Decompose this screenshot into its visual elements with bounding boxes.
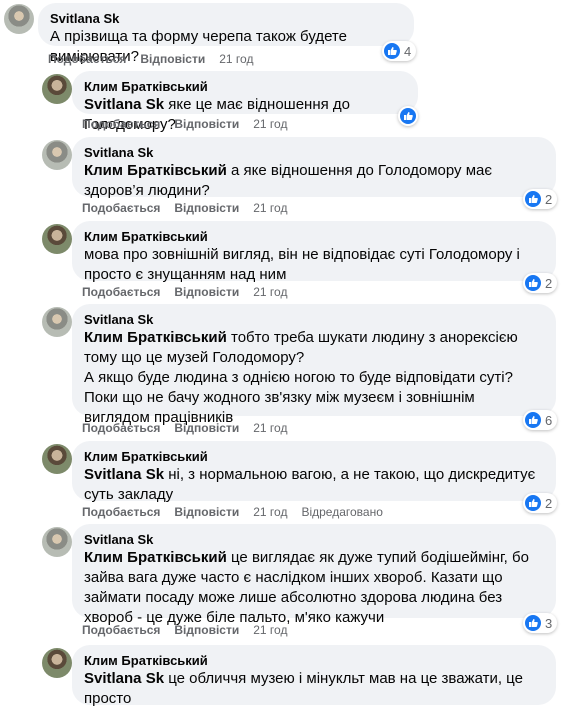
avatar[interactable] bbox=[42, 224, 72, 254]
comment-bubble: Клим Братківський мова про зовнішній виг… bbox=[72, 221, 556, 283]
timestamp[interactable]: 21 год bbox=[253, 505, 287, 519]
mention-link[interactable]: Клим Братківський bbox=[84, 329, 227, 346]
reaction-count[interactable]: 2 bbox=[523, 493, 558, 513]
mention-link[interactable]: Svitlana Sk bbox=[84, 466, 164, 483]
like-icon bbox=[525, 191, 541, 207]
reaction-count[interactable]: 2 bbox=[523, 189, 558, 209]
comment-bubble: Svitlana Sk Клим Братківський це вигляда… bbox=[72, 524, 556, 626]
reply-button[interactable]: Відповісти bbox=[174, 285, 239, 299]
like-icon bbox=[400, 108, 416, 124]
comment-author[interactable]: Svitlana Sk bbox=[84, 311, 544, 328]
reaction-number: 3 bbox=[545, 615, 553, 631]
comment-author[interactable]: Клим Братківський bbox=[84, 228, 544, 245]
reply-button[interactable]: Відповісти bbox=[174, 505, 239, 519]
timestamp[interactable]: 21 год bbox=[253, 117, 287, 131]
like-icon bbox=[384, 43, 400, 59]
like-icon bbox=[525, 495, 541, 511]
comment-actions: Подобається Відповісти 21 год Відредаговано bbox=[82, 504, 397, 520]
like-icon bbox=[525, 412, 541, 428]
comment-actions: Подобається Відповісти 21 год bbox=[82, 622, 301, 638]
avatar[interactable] bbox=[42, 648, 72, 678]
reaction-count[interactable]: 4 bbox=[382, 41, 417, 61]
like-button[interactable]: Подобається bbox=[82, 285, 160, 299]
avatar[interactable] bbox=[42, 140, 72, 170]
comment-text: Svitlana Sk ні, з нормальною вагою, а не… bbox=[84, 466, 536, 503]
comment-author[interactable]: Клим Братківський bbox=[84, 652, 544, 669]
comment-actions: Подобається Відповісти 21 год bbox=[82, 284, 301, 300]
comment-author[interactable]: Клим Братківський bbox=[84, 78, 406, 95]
comment-text: Клим Братківський а яке відношення до Го… bbox=[84, 162, 493, 199]
comment-actions: Подобається Відповісти 21 год bbox=[48, 51, 267, 67]
timestamp[interactable]: 21 год bbox=[219, 52, 253, 66]
like-button[interactable]: Подобається bbox=[82, 505, 160, 519]
comment-actions: Подобається Відповісти 21 год bbox=[82, 420, 301, 436]
reply-button[interactable]: Відповісти bbox=[174, 421, 239, 435]
comment-author[interactable]: Svitlana Sk bbox=[84, 144, 544, 161]
mention-link[interactable]: Svitlana Sk bbox=[84, 96, 164, 113]
avatar[interactable] bbox=[42, 444, 72, 474]
avatar[interactable] bbox=[4, 4, 34, 34]
timestamp[interactable]: 21 год bbox=[253, 201, 287, 215]
reaction-count[interactable] bbox=[398, 106, 418, 126]
comment-actions: Подобається Відповісти 21 год bbox=[82, 200, 301, 216]
reaction-count[interactable]: 2 bbox=[523, 273, 558, 293]
comment-text: Svitlana Sk це обличчя музею і мінукльт … bbox=[84, 670, 523, 707]
reaction-number: 6 bbox=[545, 412, 553, 428]
avatar[interactable] bbox=[42, 527, 72, 557]
reaction-count[interactable]: 3 bbox=[523, 613, 558, 633]
edited-label[interactable]: Відредаговано bbox=[301, 505, 382, 519]
avatar[interactable] bbox=[42, 74, 72, 104]
comment-bubble: Клим Братківський Svitlana Sk яке це має… bbox=[72, 71, 418, 133]
like-button[interactable]: Подобається bbox=[82, 421, 160, 435]
comment-author[interactable]: Svitlana Sk bbox=[50, 10, 402, 27]
like-icon bbox=[525, 275, 541, 291]
like-button[interactable]: Подобається bbox=[82, 623, 160, 637]
like-icon bbox=[525, 615, 541, 631]
reaction-number: 2 bbox=[545, 191, 553, 207]
comment-bubble: Svitlana Sk Клим Братківський а яке відн… bbox=[72, 137, 556, 199]
timestamp[interactable]: 21 год bbox=[253, 285, 287, 299]
like-button[interactable]: Подобається bbox=[82, 201, 160, 215]
reply-button[interactable]: Відповісти bbox=[174, 201, 239, 215]
reply-button[interactable]: Відповісти bbox=[174, 117, 239, 131]
comment-bubble: Клим Братківський Svitlana Sk ні, з норм… bbox=[72, 441, 556, 503]
comment-text: мова про зовнішній вигляд, він не відпов… bbox=[84, 246, 520, 283]
comment-bubble: Клим Братківський Svitlana Sk це обличчя… bbox=[72, 645, 556, 707]
comment-text-line: А якщо буде людина з однією ногою то буд… bbox=[84, 369, 513, 386]
reaction-number: 2 bbox=[545, 495, 553, 511]
mention-link[interactable]: Клим Братківський bbox=[84, 549, 227, 566]
mention-link[interactable]: Клим Братківський bbox=[84, 162, 227, 179]
timestamp[interactable]: 21 год bbox=[253, 421, 287, 435]
reply-button[interactable]: Відповісти bbox=[140, 52, 205, 66]
like-button[interactable]: Подобається bbox=[82, 117, 160, 131]
like-button[interactable]: Подобається bbox=[48, 52, 126, 66]
comment-bubble: Svitlana Sk Клим Братківський тобто треб… bbox=[72, 304, 556, 426]
comment-bubble: Svitlana Sk А прізвища та форму черепа т… bbox=[38, 3, 414, 65]
comment-author[interactable]: Svitlana Sk bbox=[84, 531, 544, 548]
comment-author[interactable]: Клим Братківський bbox=[84, 448, 544, 465]
mention-link[interactable]: Svitlana Sk bbox=[84, 670, 164, 687]
reaction-number: 2 bbox=[545, 275, 553, 291]
timestamp[interactable]: 21 год bbox=[253, 623, 287, 637]
comment-actions: Подобається Відповісти 21 год bbox=[82, 116, 301, 132]
comment-text: Клим Братківський тобто треба шукати люд… bbox=[84, 329, 518, 366]
reply-button[interactable]: Відповісти bbox=[174, 623, 239, 637]
reaction-number: 4 bbox=[404, 43, 412, 59]
reaction-count[interactable]: 6 bbox=[523, 410, 558, 430]
avatar[interactable] bbox=[42, 307, 72, 337]
comment-text: Клим Братківський це виглядає як дуже ту… bbox=[84, 549, 529, 626]
